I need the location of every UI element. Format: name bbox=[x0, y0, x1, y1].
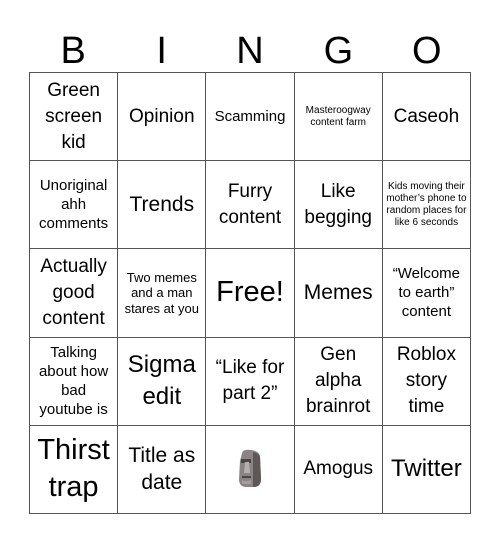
bingo-cell-text: Trends bbox=[129, 193, 195, 217]
header-letter-b: B bbox=[60, 30, 86, 72]
bingo-cell[interactable]: Opinion bbox=[118, 73, 207, 162]
bingo-cell[interactable]: Scamming bbox=[206, 73, 295, 162]
bingo-cell-text: Actually good content bbox=[40, 255, 107, 329]
bingo-cell[interactable]: Kids moving their mother’s phone to rand… bbox=[382, 161, 471, 250]
bingo-cell-text: Unoriginal ahh comments bbox=[39, 177, 109, 233]
bingo-cell-text: “Welcome to earth” content bbox=[392, 265, 461, 321]
bingo-cell[interactable]: Free! bbox=[206, 249, 295, 338]
bingo-cell[interactable]: Trends bbox=[118, 161, 207, 250]
bingo-cell[interactable]: Sigma edit bbox=[118, 337, 207, 426]
bingo-cell[interactable]: Twitter bbox=[382, 425, 471, 514]
bingo-cell-text: Furry content bbox=[218, 180, 282, 228]
bingo-cell-text: Talking about how bad youtube is bbox=[38, 344, 109, 419]
bingo-cell[interactable]: “Welcome to earth” content bbox=[382, 249, 471, 338]
bingo-cell-text: Kids moving their mother’s phone to rand… bbox=[386, 180, 467, 228]
bingo-cell-text: Memes bbox=[303, 281, 373, 305]
bingo-cell[interactable]: “Like for part 2” bbox=[206, 337, 295, 426]
bingo-cell-text: Scamming bbox=[214, 108, 286, 126]
bingo-cell[interactable]: Thirst trap bbox=[30, 425, 119, 514]
bingo-cell[interactable]: Gen alpha brainrot bbox=[294, 337, 383, 426]
bingo-cell[interactable]: Talking about how bad youtube is bbox=[30, 337, 119, 426]
bingo-header: B I N G O bbox=[29, 30, 471, 72]
moai-icon bbox=[238, 450, 261, 488]
bingo-cell[interactable]: Memes bbox=[294, 249, 383, 338]
bingo-grid: Green screen kid Opinion Scamming Masteroog… bbox=[29, 72, 471, 514]
bingo-cell-text: Sigma edit bbox=[127, 351, 196, 411]
bingo-cell[interactable]: Unoriginal ahh comments bbox=[30, 161, 119, 250]
bingo-cell[interactable]: Furry content bbox=[206, 161, 295, 250]
header-letter-i: I bbox=[156, 30, 167, 72]
bingo-cell-text: Roblox story time bbox=[396, 344, 456, 418]
bingo-cell[interactable]: Title as date bbox=[118, 425, 207, 514]
bingo-cell-text: Thirst trap bbox=[37, 434, 110, 504]
header-letter-n: N bbox=[236, 30, 264, 72]
bingo-cell-text: Caseoh bbox=[393, 105, 460, 127]
bingo-cell-text: “Like for part 2” bbox=[215, 357, 285, 405]
bingo-cell[interactable]: Roblox story time bbox=[382, 337, 471, 426]
bingo-cell-text: Gen alpha brainrot bbox=[305, 344, 371, 418]
header-letter-g: G bbox=[323, 30, 354, 72]
bingo-cell-text: Opinion bbox=[129, 105, 195, 127]
bingo-cell-text: Free! bbox=[216, 276, 284, 309]
bingo-cell[interactable]: Like begging bbox=[294, 161, 383, 250]
bingo-cell-text: Masteroogway content farm bbox=[305, 104, 371, 128]
bingo-cell[interactable]: Two memes and a man stares at you bbox=[118, 249, 207, 338]
bingo-cell-text: Two memes and a man stares at you bbox=[124, 269, 199, 316]
bingo-cell-text: Green screen kid bbox=[45, 79, 103, 153]
bingo-cell[interactable]: Green screen kid bbox=[30, 73, 119, 162]
bingo-cell-text: Title as date bbox=[128, 444, 196, 495]
bingo-cell[interactable]: Caseoh bbox=[382, 73, 471, 162]
bingo-cell[interactable] bbox=[206, 425, 295, 514]
bingo-cell[interactable]: Actually good content bbox=[30, 249, 119, 338]
bingo-cell[interactable]: Masteroogway content farm bbox=[294, 73, 383, 162]
header-letter-o: O bbox=[412, 30, 442, 72]
bingo-cell-text: Twitter bbox=[391, 455, 462, 483]
bingo-cell-text: Like begging bbox=[304, 180, 372, 228]
bingo-cell[interactable]: Amogus bbox=[294, 425, 383, 514]
bingo-cell-text: Amogus bbox=[303, 458, 374, 480]
